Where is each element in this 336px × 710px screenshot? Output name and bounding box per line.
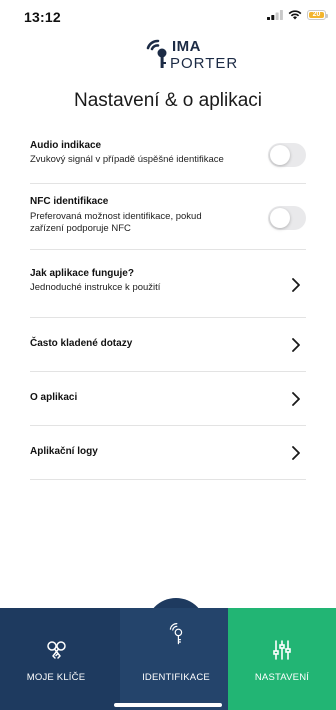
nav-identification-label: IDENTIFIKACE bbox=[142, 672, 210, 683]
nav-my-keys[interactable]: MOJE KLÍČE bbox=[0, 608, 112, 710]
audio-toggle[interactable] bbox=[268, 143, 306, 167]
chevron-right-icon bbox=[292, 446, 300, 460]
logo-text-ima: IMA bbox=[172, 38, 201, 55]
setting-nfc-subtitle-line2: zařízení podporuje NFC bbox=[30, 223, 131, 234]
chevron-right-icon bbox=[292, 278, 300, 292]
battery-level: 20 bbox=[312, 11, 321, 18]
nfc-toggle[interactable] bbox=[268, 206, 306, 230]
menu-faq-title: Často kladené dotazy bbox=[30, 338, 133, 349]
app-logo: IMA PORTER bbox=[0, 38, 336, 74]
setting-nfc: NFC identifikace Preferovaná možnost ide… bbox=[30, 184, 306, 250]
nav-my-keys-label: MOJE KLÍČE bbox=[26, 672, 86, 683]
menu-logs-title: Aplikační logy bbox=[30, 446, 98, 457]
menu-how-subtitle: Jednoduché instrukce k použití bbox=[30, 282, 161, 293]
chevron-right-icon bbox=[292, 392, 300, 406]
wifi-icon bbox=[288, 10, 302, 20]
logo-text-porter: PORTER bbox=[170, 55, 239, 72]
battery-icon: 20 bbox=[307, 10, 328, 20]
bottom-nav: MOJE KLÍČE IDENTIFIKACE NASTAVENÍ bbox=[0, 598, 336, 710]
menu-how-title: Jak aplikace funguje? bbox=[30, 268, 134, 279]
setting-audio: Audio indikace Zvukový signál v případě … bbox=[30, 130, 306, 184]
page-title: Nastavení & o aplikaci bbox=[74, 90, 262, 111]
key-nfc-icon bbox=[169, 622, 183, 645]
setting-nfc-title: NFC identifikace bbox=[30, 196, 109, 207]
nav-settings[interactable]: NASTAVENÍ bbox=[228, 608, 336, 710]
chevron-right-icon bbox=[292, 338, 300, 352]
keys-icon bbox=[47, 641, 66, 659]
menu-about-title: O aplikaci bbox=[30, 392, 78, 403]
nav-settings-label: NASTAVENÍ bbox=[254, 672, 310, 683]
status-time: 13:12 bbox=[24, 9, 61, 25]
menu-how-it-works[interactable]: Jak aplikace funguje? Jednoduché instruk… bbox=[30, 250, 306, 318]
status-icons: 20 bbox=[267, 10, 328, 20]
status-bar: 13:12 20 bbox=[0, 0, 336, 30]
logo-key-icon bbox=[146, 39, 167, 68]
nav-identification[interactable]: IDENTIFIKACE bbox=[120, 608, 232, 710]
setting-audio-subtitle: Zvukový signál v případě úspěšné identif… bbox=[30, 154, 224, 165]
menu-about[interactable]: O aplikaci bbox=[30, 372, 306, 426]
home-indicator bbox=[114, 703, 222, 707]
sliders-icon bbox=[273, 640, 291, 660]
setting-nfc-subtitle-line1: Preferovaná možnost identifikace, pokud bbox=[30, 211, 202, 222]
settings-list: Audio indikace Zvukový signál v případě … bbox=[30, 130, 306, 480]
setting-audio-title: Audio indikace bbox=[30, 140, 102, 151]
menu-logs[interactable]: Aplikační logy bbox=[30, 426, 306, 480]
menu-faq[interactable]: Často kladené dotazy bbox=[30, 318, 306, 372]
signal-icon bbox=[267, 10, 283, 20]
